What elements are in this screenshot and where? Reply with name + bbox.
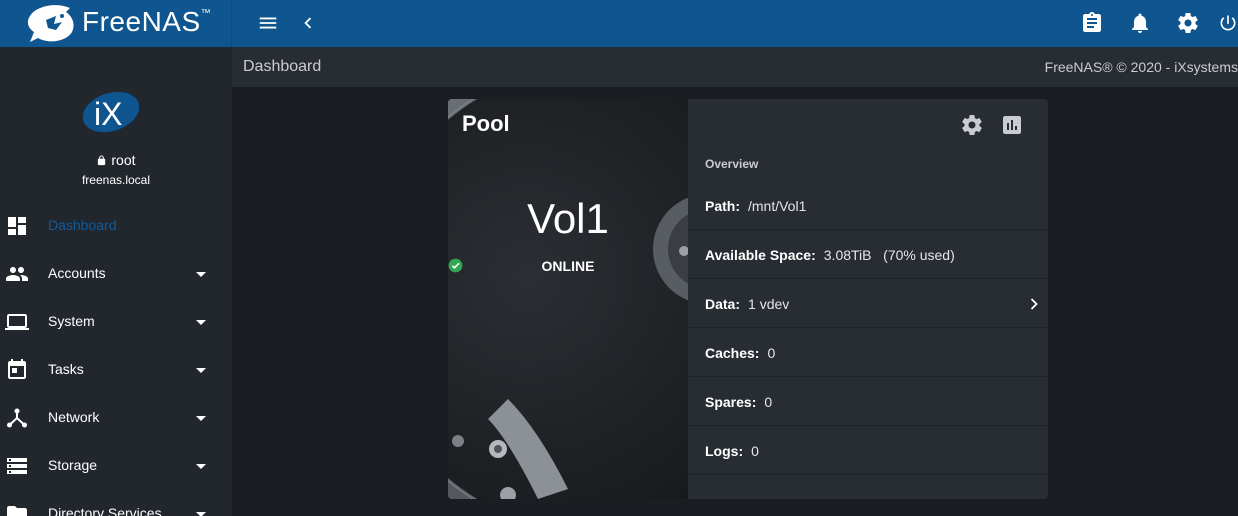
people-icon xyxy=(6,267,28,281)
sidebar-item-label: System xyxy=(48,313,95,329)
status-badge: ONLINE xyxy=(541,258,595,274)
svg-text:iX: iX xyxy=(94,96,122,132)
bell-icon xyxy=(1132,13,1148,33)
sidebar: iX root freenas.local Dashboard Accounts… xyxy=(0,47,232,516)
pool-reports-button[interactable] xyxy=(1000,113,1024,137)
notifications-button[interactable] xyxy=(1125,8,1155,38)
pool-card: Pool Vol1 ONLINE Overview Path:/mnt/Vol1… xyxy=(448,99,1048,499)
top-bar: FreeNAS™ xyxy=(0,0,1238,47)
caret-down-icon xyxy=(196,416,206,421)
caret-down-icon xyxy=(196,368,206,373)
network-icon xyxy=(7,408,27,428)
pool-detail-row-caches: Caches: 0 xyxy=(688,328,1048,377)
brand: FreeNAS™ xyxy=(0,0,232,47)
sidebar-item-accounts[interactable]: Accounts xyxy=(0,250,232,298)
sidebar-item-label: Storage xyxy=(48,457,98,473)
caret-down-icon xyxy=(196,272,206,277)
caret-down-icon xyxy=(196,320,206,325)
breadcrumb: Dashboard FreeNAS® © 2020 - iXsystems xyxy=(232,47,1238,87)
dashboard-icon xyxy=(8,217,26,235)
menu-toggle-button[interactable] xyxy=(253,8,283,38)
brand-name: FreeNAS™ xyxy=(82,6,212,37)
sidebar-item-tasks[interactable]: Tasks xyxy=(0,346,232,394)
settings-button[interactable] xyxy=(1173,8,1203,38)
collapse-sidebar-button[interactable] xyxy=(293,8,323,38)
page-title: Dashboard xyxy=(243,58,322,75)
sidebar-item-network[interactable]: Network xyxy=(0,394,232,442)
card-title: Pool xyxy=(462,111,510,136)
sidebar-item-storage[interactable]: Storage xyxy=(0,442,232,490)
ix-logo-icon: iX xyxy=(82,91,140,133)
overview-label: Overview xyxy=(705,157,759,171)
pool-detail-row-spares: Spares: 0 xyxy=(688,377,1048,426)
gear-icon xyxy=(1178,13,1198,34)
pool-detail-row-data[interactable]: Data: 1 vdev xyxy=(688,279,1048,328)
pool-detail-row-logs: Logs: 0 xyxy=(688,426,1048,475)
calendar-icon xyxy=(8,359,26,379)
pool-detail-row-available-space: Available Space: 3.08TiB (70% used) xyxy=(688,230,1048,279)
chevron-left-icon xyxy=(304,17,312,29)
user-name: root xyxy=(0,152,232,168)
storage-icon xyxy=(7,458,27,474)
sidebar-item-label: Directory Services xyxy=(48,505,162,516)
copyright-text: FreeNAS® © 2020 - iXsystems xyxy=(1044,59,1238,75)
sidebar-item-dashboard[interactable]: Dashboard xyxy=(0,202,232,250)
pool-card-details: Overview Path:/mnt/Vol1 Available Space:… xyxy=(688,99,1048,499)
sidebar-item-label: Dashboard xyxy=(48,217,117,233)
laptop-icon xyxy=(5,314,29,330)
power-button[interactable] xyxy=(1218,8,1238,38)
caret-down-icon xyxy=(196,512,206,516)
caret-down-icon xyxy=(196,464,206,469)
gear-icon xyxy=(962,115,982,136)
chevron-right-icon xyxy=(1030,298,1038,310)
sidebar-item-label: Accounts xyxy=(48,265,106,281)
pool-settings-button[interactable] xyxy=(960,113,984,137)
clipboard-icon xyxy=(1083,12,1101,32)
task-manager-button[interactable] xyxy=(1077,8,1107,38)
sidebar-item-label: Tasks xyxy=(48,361,84,377)
power-icon xyxy=(1220,15,1236,31)
pool-detail-row-path: Path:/mnt/Vol1 xyxy=(688,181,1048,230)
freenas-shark-logo-icon xyxy=(27,5,74,43)
user-host: freenas.local xyxy=(81,173,151,187)
directory-icon xyxy=(7,506,27,516)
sidebar-item-label: Network xyxy=(48,409,100,425)
menu-icon xyxy=(259,17,277,29)
hard-drive-platter-image xyxy=(448,99,688,499)
lock-icon xyxy=(98,155,106,166)
sidebar-item-system[interactable]: System xyxy=(0,298,232,346)
bar-chart-icon xyxy=(1003,116,1021,134)
pool-card-visual: Pool Vol1 ONLINE xyxy=(448,99,688,499)
pool-status: ONLINE xyxy=(448,258,688,274)
sidebar-item-directory-services[interactable]: Directory Services xyxy=(0,490,232,516)
check-circle-icon xyxy=(448,258,463,273)
pool-name: Vol1 xyxy=(527,195,609,242)
